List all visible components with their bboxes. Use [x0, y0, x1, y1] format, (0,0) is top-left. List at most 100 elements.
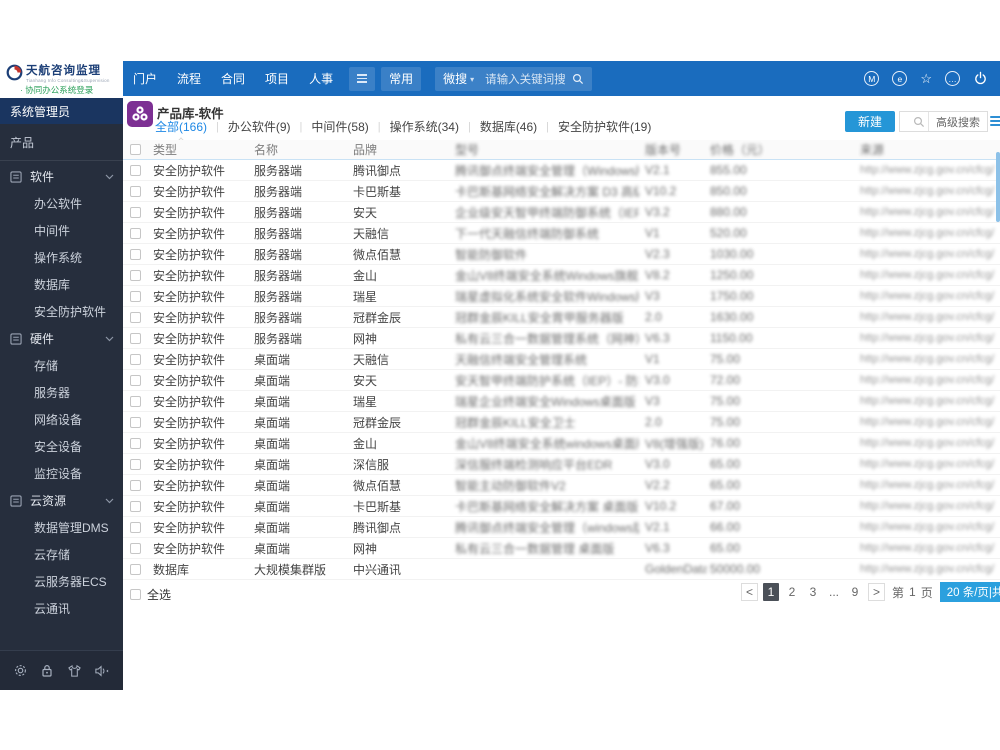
table-row[interactable]: 安全防护软件 桌面端 深信服 深信服终端检测响应平台EDR V3.0 65.00…	[123, 454, 1000, 475]
cell-source-link[interactable]: http://www.zjcg.gov.cn/cfcg/	[860, 328, 998, 348]
table-row[interactable]: 安全防护软件 桌面端 腾讯御点 腾讯御点终端安全管理（windows版）V2.1…	[123, 517, 1000, 538]
cell-source-link[interactable]: http://www.zjcg.gov.cn/cfcg/	[860, 538, 998, 558]
select-all-checkbox[interactable]	[130, 589, 141, 600]
row-checkbox[interactable]	[130, 437, 141, 449]
sidebar-item[interactable]: 数据管理DMS	[0, 514, 123, 541]
sidebar-item[interactable]: 安全防护软件	[0, 298, 123, 325]
row-checkbox[interactable]	[130, 290, 141, 302]
row-checkbox[interactable]	[130, 374, 141, 386]
row-checkbox[interactable]	[130, 479, 141, 491]
power-logout-icon[interactable]	[973, 71, 988, 86]
row-checkbox[interactable]	[130, 353, 141, 365]
row-checkbox[interactable]	[130, 416, 141, 428]
col-header-name[interactable]: 名称	[254, 140, 349, 159]
cell-source-link[interactable]: http://www.zjcg.gov.cn/cfcg/	[860, 454, 998, 474]
new-button[interactable]: 新建	[845, 111, 895, 132]
table-row[interactable]: 安全防护软件 桌面端 天融信 天融信终端安全管理系统 V1 75.00 http…	[123, 349, 1000, 370]
next-page-button[interactable]: >	[868, 583, 885, 601]
table-row[interactable]: 安全防护软件 服务器端 冠群金辰 冠群金辰KILL安全胄甲服务器版 2.0 16…	[123, 307, 1000, 328]
cell-source-link[interactable]: http://www.zjcg.gov.cn/cfcg/	[860, 433, 998, 453]
nav-menu-button[interactable]	[349, 66, 376, 91]
col-header-version[interactable]: 版本号	[645, 140, 707, 159]
table-row[interactable]: 安全防护软件 桌面端 网神 私有云三合一数据管理 桌面版 V6.3 65.00 …	[123, 538, 1000, 559]
table-row[interactable]: 安全防护软件 桌面端 冠群金辰 冠群金辰KILL安全卫士 2.0 75.00 h…	[123, 412, 1000, 433]
cell-source-link[interactable]: http://www.zjcg.gov.cn/cfcg/	[860, 202, 998, 222]
row-checkbox[interactable]	[130, 542, 141, 554]
page-number[interactable]: 2	[784, 583, 800, 601]
category-tab[interactable]: 安全防护软件(19)	[558, 118, 651, 135]
sidebar-item[interactable]: 网络设备	[0, 406, 123, 433]
goto-page-input[interactable]: 1	[909, 585, 916, 599]
sidebar-item[interactable]: 操作系统	[0, 244, 123, 271]
search-icon[interactable]	[572, 73, 584, 85]
topnav-item[interactable]: 人事	[299, 70, 343, 87]
page-size-summary[interactable]: 20 条/页|共166条	[939, 582, 1000, 602]
col-header-source[interactable]: 来源	[860, 140, 998, 159]
table-scrollbar-thumb[interactable]	[996, 152, 1000, 222]
cell-source-link[interactable]: http://www.zjcg.gov.cn/cfcg/	[860, 349, 998, 369]
table-row[interactable]: 安全防护软件 桌面端 卡巴斯基 卡巴斯基网络安全解决方案 桌面版（KL48…- …	[123, 496, 1000, 517]
category-tab[interactable]: 全部(166)	[155, 118, 207, 135]
advanced-search-button[interactable]: 高级搜索	[928, 112, 987, 131]
more-ellipsis-icon[interactable]: …	[945, 71, 960, 86]
sidebar-item[interactable]: 服务器	[0, 379, 123, 406]
row-checkbox[interactable]	[130, 521, 141, 533]
row-checkbox[interactable]	[130, 185, 141, 197]
cell-source-link[interactable]: http://www.zjcg.gov.cn/cfcg/	[860, 412, 998, 432]
category-tab[interactable]: 操作系统(34)	[390, 118, 459, 135]
topnav-item[interactable]: 流程	[167, 70, 211, 87]
row-checkbox[interactable]	[130, 395, 141, 407]
cell-source-link[interactable]: http://www.zjcg.gov.cn/cfcg/	[860, 559, 998, 579]
cell-source-link[interactable]: http://www.zjcg.gov.cn/cfcg/	[860, 265, 998, 285]
settings-gear-icon[interactable]	[13, 663, 28, 678]
topnav-item[interactable]: 门户	[123, 70, 167, 87]
sidebar-group-header-hardware[interactable]: 硬件	[0, 325, 123, 352]
sidebar-item[interactable]: 监控设备	[0, 460, 123, 487]
col-header-brand[interactable]: 品牌	[353, 140, 448, 159]
sidebar-item[interactable]: 办公软件	[0, 190, 123, 217]
global-search-input[interactable]: 请输入关键词搜	[485, 71, 566, 87]
sidebar-section-product[interactable]: 产品	[0, 124, 123, 160]
volume-icon[interactable]	[94, 664, 110, 678]
list-view-toggle-icon[interactable]	[990, 114, 1000, 128]
table-row[interactable]: 安全防护软件 服务器端 微点佰慧 智能防御软件 V2.3 1030.00 htt…	[123, 244, 1000, 265]
sidebar-item[interactable]: 安全设备	[0, 433, 123, 460]
table-row[interactable]: 安全防护软件 服务器端 卡巴斯基 卡巴斯基网络安全解决方案 D3 高级版（KL4…	[123, 181, 1000, 202]
cell-source-link[interactable]: http://www.zjcg.gov.cn/cfcg/	[860, 496, 998, 516]
sidebar-item[interactable]: 云存储	[0, 541, 123, 568]
category-tab[interactable]: 办公软件(9)	[228, 118, 291, 135]
table-row[interactable]: 安全防护软件 桌面端 瑞星 瑞星企业终端安全Windows桌面版 V3 75.0…	[123, 391, 1000, 412]
row-checkbox[interactable]	[130, 269, 141, 281]
page-number[interactable]: 3	[805, 583, 821, 601]
lock-icon[interactable]	[40, 663, 54, 678]
theme-shirt-icon[interactable]	[67, 664, 82, 678]
cell-source-link[interactable]: http://www.zjcg.gov.cn/cfcg/	[860, 307, 998, 327]
search-scope-dropdown[interactable]: 微搜	[443, 70, 467, 87]
cell-source-link[interactable]: http://www.zjcg.gov.cn/cfcg/	[860, 244, 998, 264]
cell-source-link[interactable]: http://www.zjcg.gov.cn/cfcg/	[860, 181, 998, 201]
table-row[interactable]: 安全防护软件 服务器端 天融信 下一代天融信终端防御系统 V1 520.00 h…	[123, 223, 1000, 244]
message-e-icon[interactable]: e	[892, 71, 908, 86]
prev-page-button[interactable]: <	[741, 583, 758, 601]
sidebar-item[interactable]: 中间件	[0, 217, 123, 244]
cell-source-link[interactable]: http://www.zjcg.gov.cn/cfcg/	[860, 370, 998, 390]
row-checkbox[interactable]	[130, 458, 141, 470]
cell-source-link[interactable]: http://www.zjcg.gov.cn/cfcg/	[860, 286, 998, 306]
table-row[interactable]: 安全防护软件 桌面端 微点佰慧 智能主动防御软件V2 V2.2 65.00 ht…	[123, 475, 1000, 496]
sidebar-item[interactable]: 数据库	[0, 271, 123, 298]
mail-m-icon[interactable]: M	[864, 71, 880, 86]
header-checkbox[interactable]	[130, 144, 141, 155]
page-number[interactable]: 9	[847, 583, 863, 601]
page-number[interactable]: 1	[763, 583, 779, 601]
sidebar-item[interactable]: 存储	[0, 352, 123, 379]
category-tab[interactable]: 中间件(58)	[311, 118, 368, 135]
col-header-model[interactable]: 型号	[455, 140, 639, 159]
row-checkbox[interactable]	[130, 164, 141, 176]
topnav-item[interactable]: 项目	[255, 70, 299, 87]
row-checkbox[interactable]	[130, 311, 141, 323]
col-header-type[interactable]: 类型	[153, 140, 248, 159]
table-row[interactable]: 安全防护软件 服务器端 腾讯御点 腾讯御点终端安全管理（Windows版） V2…	[123, 160, 1000, 181]
topnav-item[interactable]: 合同	[211, 70, 255, 87]
cell-source-link[interactable]: http://www.zjcg.gov.cn/cfcg/	[860, 517, 998, 537]
cell-source-link[interactable]: http://www.zjcg.gov.cn/cfcg/	[860, 160, 998, 180]
